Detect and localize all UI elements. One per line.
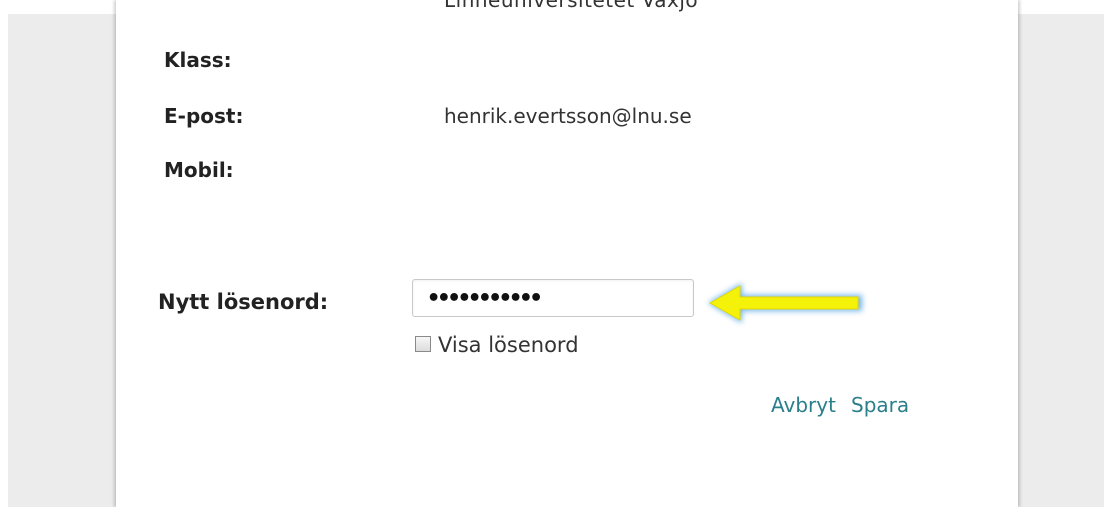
page: Linnéuniversitetet Växjö Klass: E-post: …: [0, 0, 1104, 507]
save-link[interactable]: Spara: [851, 393, 909, 417]
cut-off-organization-text: Linnéuniversitetet Växjö: [444, 0, 699, 12]
show-password-checkbox[interactable]: [415, 336, 431, 352]
show-password-label[interactable]: Visa lösenord: [438, 333, 579, 357]
new-password-input[interactable]: [412, 279, 694, 317]
left-arrow-icon: [708, 283, 862, 323]
class-label: Klass:: [164, 48, 232, 72]
email-label: E-post:: [164, 104, 244, 128]
page-background-right: [1018, 14, 1104, 507]
email-value: henrik.evertsson@lnu.se: [444, 104, 692, 128]
new-password-label: Nytt lösenord:: [158, 290, 329, 314]
profile-panel: [116, 0, 1018, 507]
cancel-link[interactable]: Avbryt: [771, 393, 836, 417]
mobile-label: Mobil:: [164, 158, 234, 182]
page-background-left: [8, 14, 116, 507]
